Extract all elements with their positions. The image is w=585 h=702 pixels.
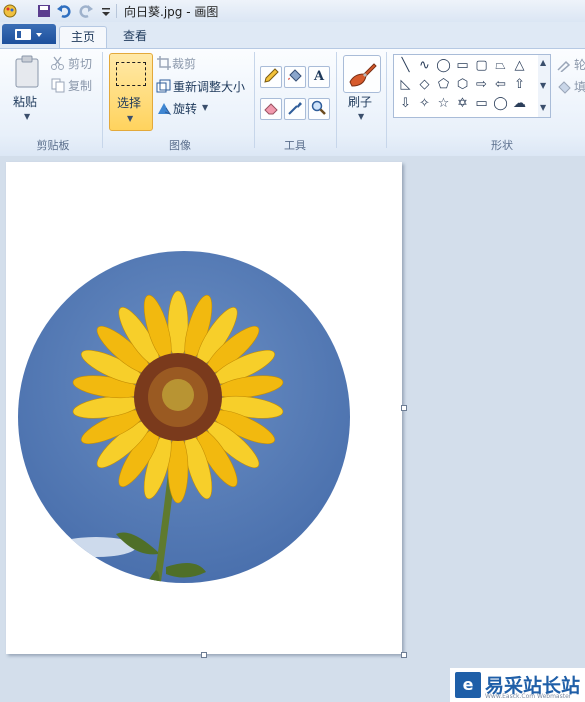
diamond-shape-icon[interactable]: ◇ (415, 76, 434, 94)
tab-view[interactable]: 查看 (112, 26, 158, 48)
resize-handle-right[interactable] (401, 405, 407, 411)
brushes-dropdown-icon[interactable]: ▼ (358, 112, 364, 121)
brushes-label: 刷子 (348, 95, 373, 109)
curve-shape-icon[interactable]: ∿ (415, 57, 434, 75)
down-arrow-shape-icon[interactable]: ⇩ (396, 95, 415, 113)
watermark-logo-icon: e (455, 672, 481, 698)
callout-oval-shape-icon[interactable]: ◯ (491, 95, 510, 113)
save-icon[interactable] (36, 3, 52, 19)
fill-bucket-icon[interactable] (284, 66, 306, 88)
group-separator (254, 52, 255, 148)
drawing-canvas[interactable] (6, 162, 402, 654)
eraser-icon[interactable] (260, 98, 282, 120)
cut-label: 剪切 (68, 57, 93, 71)
select-label: 选择 (117, 96, 142, 110)
gallery-expand-icon[interactable]: ▼ (540, 103, 546, 112)
left-arrow-shape-icon[interactable]: ⇦ (491, 76, 510, 94)
scroll-down-icon[interactable]: ▼ (540, 81, 546, 90)
paint-app-icon[interactable] (2, 3, 18, 19)
clipboard-icon (15, 55, 39, 88)
copy-label: 复制 (68, 79, 93, 93)
line-shape-icon[interactable]: ╲ (396, 57, 415, 75)
outline-label: 轮 (574, 58, 585, 72)
tab-home[interactable]: 主页 (59, 26, 107, 49)
menu-icon (15, 29, 42, 40)
shapes-group-label: 形状 (491, 139, 513, 152)
shapes-row-2: ◺ ◇ ⬠ ⬡ ⇨ ⇦ ⇧ (396, 76, 529, 94)
tools-group-label: 工具 (284, 139, 306, 152)
select-button[interactable]: 选择 ▼ (109, 53, 153, 131)
rotate-icon (158, 103, 172, 116)
four-point-star-shape-icon[interactable]: ✧ (415, 95, 434, 113)
undo-icon[interactable] (56, 3, 72, 19)
shapes-row-1: ╲ ∿ ◯ ▭ ▢ ⏢ △ (396, 57, 529, 75)
fill-icon (558, 81, 571, 94)
triangle-shape-icon[interactable]: △ (510, 57, 529, 75)
up-arrow-shape-icon[interactable]: ⇧ (510, 76, 529, 94)
scissors-icon (51, 56, 64, 70)
oval-shape-icon[interactable]: ◯ (434, 57, 453, 75)
sunflower-image (18, 251, 350, 583)
redo-icon[interactable] (78, 3, 94, 19)
select-rectangle-icon (116, 62, 146, 86)
paint-menu-button[interactable] (2, 24, 56, 44)
resize-icon (156, 79, 171, 93)
callout-rectangle-shape-icon[interactable]: ▭ (472, 95, 491, 113)
rectangle-shape-icon[interactable]: ▭ (453, 57, 472, 75)
shapes-scrollbar[interactable]: ▲ ▼ ▼ (538, 54, 551, 118)
copy-icon (51, 78, 65, 93)
fill-label: 填 (574, 80, 585, 94)
watermark-subtext: Www.Easck.Com Webmaster (485, 693, 572, 700)
brush-icon (349, 63, 377, 87)
resize-label: 重新调整大小 (173, 80, 246, 94)
hexagon-shape-icon[interactable]: ⬡ (453, 76, 472, 94)
title-divider (116, 4, 117, 18)
brushes-button[interactable] (343, 55, 381, 93)
group-separator (102, 52, 103, 148)
callout-cloud-shape-icon[interactable]: ☁ (510, 95, 529, 113)
right-arrow-shape-icon[interactable]: ⇨ (472, 76, 491, 94)
pentagon-shape-icon[interactable]: ⬠ (434, 76, 453, 94)
rotate-label: 旋转 (173, 102, 198, 116)
pencil-icon[interactable] (260, 66, 282, 88)
customize-toolbar-icon[interactable] (100, 3, 116, 19)
crop-icon (157, 56, 171, 70)
title-bar: 向日葵.jpg - 画图 (0, 0, 585, 22)
group-separator (386, 52, 387, 148)
clipboard-group-label: 剪贴板 (36, 139, 70, 152)
image-group-label: 图像 (169, 139, 191, 152)
outline-icon (557, 60, 571, 72)
scroll-up-icon[interactable]: ▲ (540, 58, 546, 67)
right-triangle-shape-icon[interactable]: ◺ (396, 76, 415, 94)
magnifier-icon[interactable] (308, 98, 330, 120)
paste-dropdown-icon[interactable]: ▼ (24, 112, 30, 121)
shapes-gallery[interactable]: ╲ ∿ ◯ ▭ ▢ ⏢ △ ◺ ◇ ⬠ ⬡ ⇨ ⇦ ⇧ ⇩ ✧ ☆ ✡ ▭ ◯ … (393, 54, 540, 118)
six-point-star-shape-icon[interactable]: ✡ (453, 95, 472, 113)
rotate-dropdown-icon: ▼ (202, 103, 209, 112)
paste-label: 粘贴 (13, 95, 38, 109)
five-point-star-shape-icon[interactable]: ☆ (434, 95, 453, 113)
select-dropdown-icon: ▼ (127, 114, 134, 123)
group-separator (336, 52, 337, 148)
text-tool-icon[interactable]: A (308, 66, 330, 88)
color-picker-icon[interactable] (284, 98, 306, 120)
resize-handle-bottom[interactable] (201, 652, 207, 658)
crop-label: 裁剪 (172, 57, 197, 71)
polygon-shape-icon[interactable]: ⏢ (491, 57, 510, 75)
rounded-rectangle-shape-icon[interactable]: ▢ (472, 57, 491, 75)
window-title: 向日葵.jpg - 画图 (124, 5, 219, 19)
resize-handle-corner[interactable] (401, 652, 407, 658)
paste-button[interactable] (12, 55, 42, 92)
shapes-row-3: ⇩ ✧ ☆ ✡ ▭ ◯ ☁ (396, 95, 529, 113)
